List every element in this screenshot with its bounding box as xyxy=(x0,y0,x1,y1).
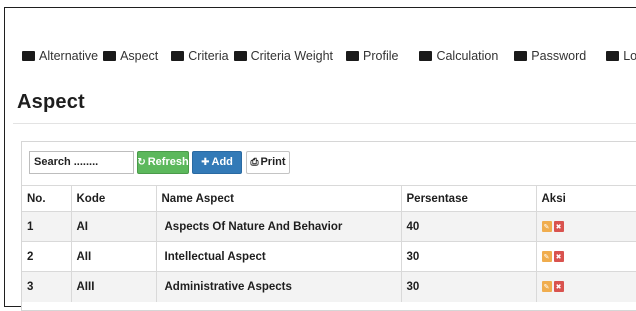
cell-persentase: 40 xyxy=(401,211,537,242)
add-label: Add xyxy=(211,156,233,168)
edit-icon[interactable]: ✎ xyxy=(541,251,552,262)
table-row: 2 AII Intellectual Aspect 30 ✎ ✖ xyxy=(22,241,636,272)
menu-square-icon xyxy=(514,51,528,61)
cell-name-aspect: Aspects Of Nature And Behavior xyxy=(156,211,402,242)
menu-square-icon xyxy=(346,51,360,61)
nav-item-label: Logout xyxy=(623,49,636,63)
menu-square-icon xyxy=(233,51,247,61)
column-header-kode: Kode xyxy=(71,185,157,212)
nav-item-aspect[interactable]: Aspect xyxy=(103,49,158,63)
cell-aksi: ✎ ✖ xyxy=(536,211,636,242)
cell-aksi: ✎ ✖ xyxy=(536,241,636,272)
nav-item-criteria[interactable]: Criteria xyxy=(171,49,229,63)
cell-no: 3 xyxy=(22,271,72,302)
nav-item-logout[interactable]: Logout xyxy=(606,49,636,63)
aspect-table: No. Kode Name Aspect Persentase Aksi 1 A… xyxy=(22,185,636,302)
cell-persentase: 30 xyxy=(401,271,537,302)
edit-icon[interactable]: ✎ xyxy=(541,221,552,232)
trash-icon[interactable]: ✖ xyxy=(553,251,564,262)
table-row: 1 AI Aspects Of Nature And Behavior 40 ✎… xyxy=(22,211,636,242)
refresh-label: Refresh xyxy=(147,156,189,168)
menu-square-icon xyxy=(419,51,433,61)
nav-item-label: Password xyxy=(531,49,587,63)
refresh-icon: ↻ xyxy=(137,156,146,168)
cell-kode: AIII xyxy=(71,271,157,302)
add-button[interactable]: ✚ Add xyxy=(192,150,242,174)
cell-no: 2 xyxy=(22,241,72,272)
cell-persentase: 30 xyxy=(401,241,537,272)
cell-aksi: ✎ ✖ xyxy=(536,271,636,302)
nav-item-label: Criteria xyxy=(188,49,229,63)
cell-kode: AI xyxy=(71,211,157,242)
nav-item-label: Alternative xyxy=(39,49,99,63)
menu-square-icon xyxy=(103,51,117,61)
table-row: 3 AIII Administrative Aspects 30 ✎ ✖ xyxy=(22,271,636,302)
search-input[interactable] xyxy=(29,150,134,174)
nav-item-calculation[interactable]: Calculation xyxy=(419,49,498,63)
column-header-persentase: Persentase xyxy=(401,185,537,212)
nav-item-label: Criteria Weight xyxy=(250,49,334,63)
cell-kode: AII xyxy=(71,241,157,272)
cell-no: 1 xyxy=(22,211,72,242)
trash-icon[interactable]: ✖ xyxy=(553,281,564,293)
nav-item-profile[interactable]: Profile xyxy=(346,49,398,63)
toolbar: ↻ Refresh ✚ Add ⎙ Print xyxy=(29,149,290,175)
printer-icon: ⎙ xyxy=(250,156,259,168)
nav-item-label: Aspect xyxy=(120,49,159,63)
nav-item-label: Calculation xyxy=(436,49,499,63)
nav-item-alternative[interactable]: Alternative xyxy=(22,49,98,63)
menu-square-icon xyxy=(22,51,35,61)
column-header-no: No. xyxy=(22,185,72,212)
trash-icon[interactable]: ✖ xyxy=(553,221,564,232)
title-divider xyxy=(13,123,636,124)
cell-name-aspect: Intellectual Aspect xyxy=(156,241,402,272)
table-header-row: No. Kode Name Aspect Persentase Aksi xyxy=(22,185,636,212)
column-header-aksi: Aksi xyxy=(536,185,636,212)
refresh-button[interactable]: ↻ Refresh xyxy=(137,150,189,174)
nav-item-label: Profile xyxy=(363,49,399,63)
aspect-panel: ↻ Refresh ✚ Add ⎙ Print No. Kode Name As… xyxy=(21,141,636,311)
cell-name-aspect: Administrative Aspects xyxy=(156,271,402,302)
plus-icon: ✚ xyxy=(201,156,210,168)
menu-square-icon xyxy=(606,51,620,61)
column-header-name-aspect: Name Aspect xyxy=(156,185,402,212)
top-navbar: Alternative Aspect Criteria Criteria Wei… xyxy=(22,48,636,64)
nav-item-criteria-weight[interactable]: Criteria Weight xyxy=(233,49,334,63)
print-button[interactable]: ⎙ Print xyxy=(246,150,290,174)
page-title: Aspect xyxy=(17,91,85,113)
edit-icon[interactable]: ✎ xyxy=(541,281,552,293)
print-label: Print xyxy=(260,156,286,168)
menu-square-icon xyxy=(171,51,185,61)
nav-item-password[interactable]: Password xyxy=(514,49,586,63)
